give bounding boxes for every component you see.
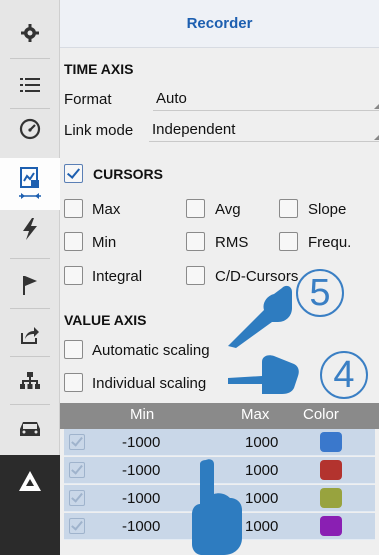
cursor-frequ-checkbox[interactable] [279,232,298,251]
recorder-panel: Recorder TIME AXIS Format Auto Link mode… [60,0,379,555]
cursor-max-checkbox[interactable] [64,199,83,218]
sidebar-item-marker[interactable] [0,262,60,308]
pointing-hand-icon [192,459,242,555]
cursors-heading: CURSORS [93,166,164,182]
time-axis-heading: TIME AXIS [64,61,134,77]
sidebar-divider [10,308,50,309]
sidebar-item-trigger[interactable] [0,206,60,252]
individual-scaling-checkbox[interactable] [64,373,83,392]
column-header-color: Color [303,406,339,423]
recorder-icon [19,167,41,199]
cursor-cd-checkbox[interactable] [186,266,205,285]
cursor-slope-checkbox[interactable] [279,199,298,218]
row-checkbox[interactable] [69,490,85,506]
row-color-swatch[interactable] [320,432,342,452]
cursor-avg-checkbox[interactable] [186,199,205,218]
cursor-rms-label: RMS [215,234,249,251]
row-max-value[interactable]: 1000 [245,518,278,535]
row-color-swatch[interactable] [320,516,342,536]
cursor-integral-label: Integral [92,268,143,285]
gear-icon [21,24,39,42]
format-value: Auto [156,90,187,107]
sidebar-item-settings[interactable] [0,10,60,56]
table-row[interactable]: -1000 1000 [64,429,375,456]
dropdown-corner-icon [374,135,379,140]
sidebar-divider [10,356,50,357]
value-axis-heading: VALUE AXIS [64,312,147,328]
sidebar-item-vehicle[interactable] [0,406,60,452]
sidebar [0,0,60,555]
format-select[interactable]: Auto [153,89,379,111]
row-max-value[interactable]: 1000 [245,462,278,479]
table-header: Min Max Color [60,403,379,429]
app-logo[interactable] [0,458,60,504]
automatic-scaling-label: Automatic scaling [92,342,210,359]
row-checkbox[interactable] [69,462,85,478]
cursor-min-label: Min [92,234,117,251]
pointing-hand-icon [228,355,299,394]
pointing-hand-icon [228,285,292,348]
cursor-frequ-label: Frequ. [308,234,352,251]
row-max-value[interactable]: 1000 [245,490,278,507]
flag-icon [23,276,37,295]
cursor-rms-checkbox[interactable] [186,232,205,251]
row-checkbox[interactable] [69,434,85,450]
sidebar-item-list[interactable] [0,62,60,108]
individual-scaling-label: Individual scaling [92,375,207,392]
sidebar-divider [10,58,50,59]
sidebar-item-recorder[interactable] [0,158,60,210]
list-icon [20,78,40,92]
automatic-scaling-checkbox[interactable] [64,340,83,359]
gauge-icon [19,118,41,140]
dropdown-corner-icon [374,104,379,109]
row-min-value[interactable]: -1000 [122,490,160,507]
annotation-badge-5: 5 [296,269,344,317]
sidebar-divider [10,258,50,259]
sidebar-item-export[interactable] [0,312,60,358]
cursor-max-label: Max [92,201,121,218]
row-checkbox[interactable] [69,518,85,534]
share-icon [21,327,39,344]
link-mode-value: Independent [152,121,236,138]
row-min-value[interactable]: -1000 [122,434,160,451]
car-icon [20,422,40,436]
format-label: Format [64,91,112,108]
cursors-checkbox[interactable] [64,164,83,183]
link-mode-label: Link mode [64,122,134,139]
row-max-value[interactable]: 1000 [245,434,278,451]
row-color-swatch[interactable] [320,488,342,508]
panel-title: Recorder [60,0,379,48]
cursor-integral-checkbox[interactable] [64,266,83,285]
row-min-value[interactable]: -1000 [122,518,160,535]
annotation-badge-4: 4 [320,351,368,399]
cursor-slope-label: Slope [308,201,347,218]
column-header-min: Min [130,406,155,423]
triangle-logo-icon [19,471,41,491]
cursor-avg-label: Avg [215,201,241,218]
cursor-min-checkbox[interactable] [64,232,83,251]
sidebar-divider [10,404,50,405]
lightning-icon [23,218,37,240]
row-min-value[interactable]: -1000 [122,462,160,479]
row-color-swatch[interactable] [320,460,342,480]
sidebar-item-network[interactable] [0,358,60,404]
network-icon [20,372,40,389]
sidebar-item-gauge[interactable] [0,106,60,152]
column-header-max: Max [241,406,270,423]
link-mode-select[interactable]: Independent [149,120,379,142]
